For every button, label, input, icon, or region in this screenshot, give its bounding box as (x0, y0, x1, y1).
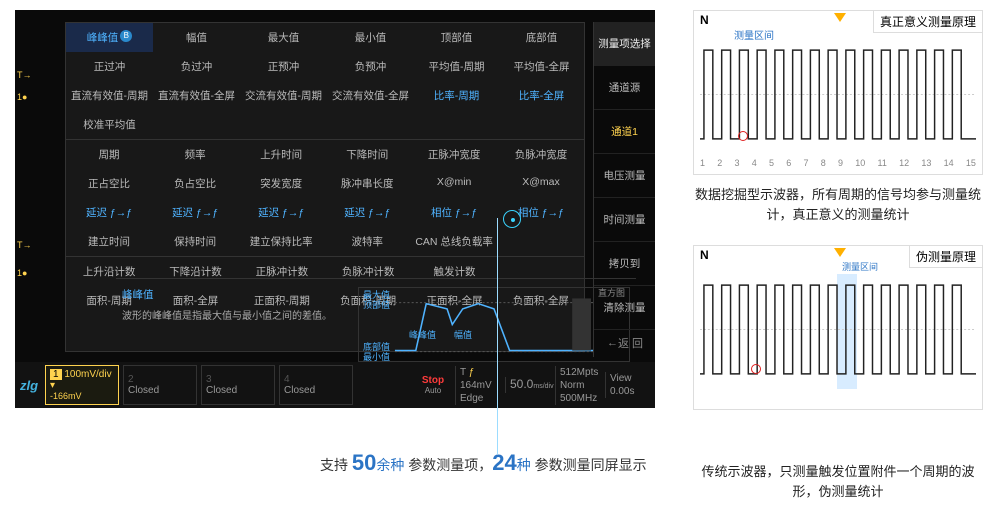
menu-item-can-bus[interactable]: CAN 总线负载率 (410, 227, 498, 256)
menu-item[interactable]: 延迟 ƒ→ƒ (152, 198, 238, 227)
trigger-marker-icon (834, 248, 846, 257)
badge-b-icon: B (120, 30, 132, 42)
menu-item[interactable]: 频率 (152, 140, 238, 169)
menu-item[interactable]: 直流有效值-周期 (66, 81, 153, 110)
diagram1-caption: 数据挖掘型示波器，所有周期的信号均参与测量统计，真正意义的测量统计 (693, 185, 983, 224)
trigger-marker-bot: T→ (17, 240, 32, 250)
menu-item[interactable]: 建立时间 (66, 227, 152, 256)
diagram-title: 伪测量原理 (909, 246, 982, 268)
side-menu-channel-src[interactable]: 通道源 (594, 66, 655, 110)
side-menu-copy[interactable]: 拷贝到 (594, 242, 655, 286)
waveform-illustration: 最大值 顶部值 峰峰值 幅值 底部值 最小值 直方图 (358, 287, 630, 362)
menu-item[interactable]: 比率-全屏 (499, 81, 584, 110)
menu-item[interactable]: X@min (410, 169, 498, 198)
menu-item[interactable]: 延迟 ƒ→ƒ (66, 198, 152, 227)
menu-item[interactable]: 负占空比 (152, 169, 238, 198)
menu-item[interactable]: 正占空比 (66, 169, 152, 198)
side-menu: 测量项选择 通道源 通道1 电压测量 时间测量 拷贝到 清除测量 ← 返 回 (593, 22, 655, 357)
side-menu-voltage[interactable]: 电压测量 (594, 154, 655, 198)
diagram-false-measure: N 伪测量原理 测量区间 (693, 245, 983, 410)
measurement-menu: 峰峰值B 幅值 最大值 最小值 顶部值 底部值 正过冲 负过冲 正预冲 负预冲 … (65, 22, 585, 352)
view-block[interactable]: View 0.00s (605, 372, 655, 398)
menu-item[interactable]: X@max (498, 169, 584, 198)
ch1-marker-bot: 1● (17, 268, 27, 278)
diagram-true-measure: N 真正意义测量原理 测量区间 123456789101112131415 (693, 10, 983, 175)
menu-item[interactable]: 平均值-周期 (414, 52, 499, 81)
menu-item[interactable]: 平均值-全屏 (499, 52, 584, 81)
side-menu-header: 测量项选择 (594, 22, 655, 66)
callout-line (497, 218, 498, 454)
back-button[interactable]: ← 返 回 (594, 329, 656, 357)
menu-item[interactable]: 最大值 (240, 23, 327, 52)
acquire-block[interactable]: 512Mpts Norm 500MHz (555, 366, 605, 405)
menu-item[interactable]: 负过冲 (153, 52, 240, 81)
menu-item[interactable]: 正过冲 (66, 52, 153, 81)
channel-4-block[interactable]: 4 Closed (279, 365, 353, 405)
status-bar: zlg 1 100mV/div ▾ -166mV 2 Closed 3 Clos… (15, 362, 655, 408)
menu-item[interactable]: 交流有效值-周期 (240, 81, 327, 110)
pulse-train-icon (700, 274, 976, 385)
menu-item[interactable]: 上升时间 (238, 140, 324, 169)
highlight-circle-icon (751, 364, 761, 374)
menu-item[interactable]: 保持时间 (152, 227, 238, 256)
menu-item[interactable]: 脉冲串长度 (324, 169, 410, 198)
menu-item[interactable]: 负脉冲宽度 (498, 140, 584, 169)
menu-item[interactable]: 正预冲 (240, 52, 327, 81)
diagram-title: 真正意义测量原理 (873, 11, 982, 33)
ch1-marker-top: 1● (17, 92, 27, 102)
brand-logo: zlg (15, 378, 43, 393)
menu-item-peak[interactable]: 峰峰值B (66, 23, 153, 52)
highlight-circle-icon (738, 131, 748, 141)
run-stop-status[interactable]: Stop Auto (411, 375, 455, 395)
trigger-marker-top: T→ (17, 70, 32, 80)
menu-item[interactable]: 底部值 (499, 23, 584, 52)
menu-item[interactable]: 波特率 (324, 227, 410, 256)
menu-item[interactable]: 直流有效值-全屏 (153, 81, 240, 110)
description-panel: 峰峰值 波形的峰峰值是指最大值与最小值之间的差值。 最大值 顶部值 峰峰值 幅值… (116, 278, 636, 368)
menu-item[interactable]: 最小值 (327, 23, 414, 52)
menu-item[interactable]: 负预冲 (327, 52, 414, 81)
region-label: 测量区间 (842, 260, 878, 273)
desc-title: 峰峰值 (122, 287, 352, 302)
menu-item[interactable]: 顶部值 (414, 23, 499, 52)
menu-item[interactable]: 正脉冲宽度 (410, 140, 498, 169)
menu-item[interactable]: 校准平均值 (66, 110, 153, 139)
oscilloscope-screen: T→ 1● T→ 1● 峰峰值B 幅值 最大值 最小值 顶部值 底部值 正过冲 … (15, 10, 655, 408)
side-menu-clear[interactable]: 清除测量 (594, 286, 655, 330)
menu-item[interactable]: 突发宽度 (238, 169, 324, 198)
channel-3-block[interactable]: 3 Closed (201, 365, 275, 405)
menu-item[interactable]: 延迟 ƒ→ƒ (324, 198, 410, 227)
side-menu-ch1[interactable]: 通道1 (594, 110, 655, 154)
tick-row: 123456789101112131415 (700, 158, 976, 168)
menu-item[interactable]: 下降时间 (324, 140, 410, 169)
menu-item[interactable]: 延迟 ƒ→ƒ (238, 198, 324, 227)
menu-item[interactable]: 相位 ƒ→ƒ (410, 198, 498, 227)
menu-item[interactable]: 交流有效值-全屏 (327, 81, 414, 110)
bottom-caption: 支持 50余种 参数测量项，24种 参数测量同屏显示 (320, 450, 647, 476)
side-menu-time[interactable]: 时间测量 (594, 198, 655, 242)
callout-dot-icon (503, 210, 521, 228)
diagram2-caption: 传统示波器，只测量触发位置附件一个周期的波形，伪测量统计 (693, 462, 983, 501)
channel-2-block[interactable]: 2 Closed (123, 365, 197, 405)
channel-1-block[interactable]: 1 100mV/div ▾ -166mV (45, 365, 119, 405)
timebase-block[interactable]: 50.0ms/div (505, 377, 555, 393)
desc-body: 波形的峰峰值是指最大值与最小值之间的差值。 (122, 307, 352, 322)
menu-item[interactable]: 比率-周期 (414, 81, 499, 110)
trigger-marker-icon (834, 13, 846, 22)
menu-item[interactable]: 建立保持比率 (238, 227, 324, 256)
menu-item[interactable]: 幅值 (153, 23, 240, 52)
menu-item[interactable]: 周期 (66, 140, 152, 169)
